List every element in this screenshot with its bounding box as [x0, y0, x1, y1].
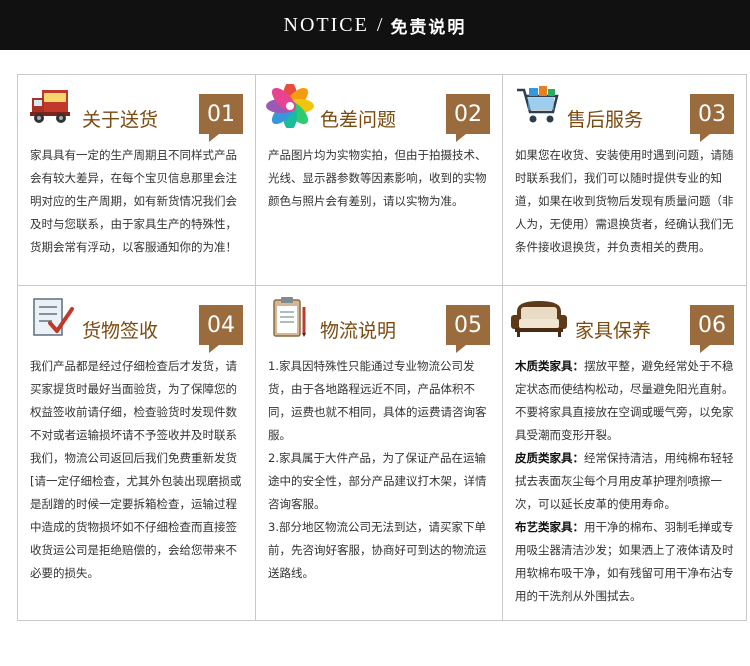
- care-label: 布艺类家具：: [515, 520, 584, 534]
- banner-title-cn: 免责说明: [390, 17, 467, 38]
- cell-body: 家具具有一定的生产周期且不同样式产品会有较大差异，在每个宝贝信息那里会注明对应的…: [30, 144, 245, 259]
- cell-body: 如果您在收货、安装使用时遇到问题，请随时联系我们，我们可以随时提供专业的知道，如…: [515, 144, 736, 259]
- notice-banner: NOTICE / 免责说明: [0, 0, 750, 50]
- care-label: 木质类家具：: [515, 359, 584, 373]
- care-label: 皮质类家具：: [515, 451, 584, 465]
- cell-text: 我们产品都是经过仔细检查后才发货，请买家提货时最好当面验货，为了保障您的权益签收…: [30, 359, 242, 580]
- cell-after-sales: 售后服务 03 如果您在收货、安装使用时遇到问题，请随时联系我们，我们可以随时提…: [503, 75, 746, 285]
- cell-number-badge: 02: [446, 94, 490, 142]
- care-section: 皮质类家具：经常保持清洁，用纯棉布轻轻拭去表面灰尘每个月用皮革护理剂喷擦一次，可…: [515, 447, 736, 516]
- checklist-icon: [33, 298, 74, 336]
- cell-text: 2.家具属于大件产品，为了保证产品在运输途中的安全性，部分产品建议打木架，详情咨…: [268, 451, 487, 511]
- cell-body: 木质类家具：摆放平整，避免经常处于不稳定状态而使结构松动，尽量避免阳光直射。不要…: [515, 355, 736, 608]
- cell-logistics: 物流说明 05 1.家具因特殊性只能通过专业物流公司发货，由于各地路程远近不同，…: [256, 286, 502, 620]
- cell-body: 产品图片均为实物实拍，但由于拍摄技术、光线、显示器参数等因素影响，收到的实物颜色…: [268, 144, 492, 213]
- cell-body: 1.家具因特殊性只能通过专业物流公司发货，由于各地路程远近不同，产品体积不同，运…: [268, 355, 492, 585]
- cell-title: 色差问题: [320, 109, 397, 131]
- cell-number-badge: 03: [690, 94, 734, 142]
- cell-text: 1.家具因特殊性只能通过专业物流公司发货，由于各地路程远近不同，产品体积不同，运…: [268, 359, 487, 442]
- cell-title: 关于送货: [82, 109, 159, 131]
- clipboard-icon: [273, 297, 306, 337]
- cell-title: 家具保养: [575, 320, 652, 342]
- cell-number-badge: 05: [446, 305, 490, 353]
- cell-color-difference: 色差问题 02 产品图片均为实物实拍，但由于拍摄技术、光线、显示器参数等因素影响…: [256, 75, 502, 285]
- cell-number-badge: 06: [690, 305, 734, 353]
- banner-title-en: NOTICE: [283, 13, 369, 36]
- cell-body: 我们产品都是经过仔细检查后才发货，请买家提货时最好当面验货，为了保障您的权益签收…: [30, 355, 245, 585]
- sofa-icon: [511, 301, 567, 337]
- banner-separator: /: [376, 13, 383, 36]
- truck-icon: [30, 90, 70, 123]
- care-section: 木质类家具：摆放平整，避免经常处于不稳定状态而使结构松动，尽量避免阳光直射。不要…: [515, 355, 736, 447]
- shopping-cart-icon: [517, 86, 559, 123]
- cell-maintenance: 家具保养 06 木质类家具：摆放平整，避免经常处于不稳定状态而使结构松动，尽量避…: [503, 286, 746, 620]
- notice-grid: 关于送货 01 家具具有一定的生产周期且不同样式产品会有较大差异，在每个宝贝信息…: [17, 74, 747, 621]
- cell-text: 3.部分地区物流公司无法到达，请买家下单前，先咨询好客服，协商好可到达的物流运送…: [268, 520, 487, 580]
- cell-text: 家具具有一定的生产周期且不同样式产品会有较大差异，在每个宝贝信息那里会注明对应的…: [30, 148, 237, 254]
- color-wheel-icon: [266, 84, 314, 128]
- cell-number-badge: 04: [199, 305, 243, 353]
- cell-number-badge: 01: [199, 94, 243, 142]
- cell-text: 如果您在收货、安装使用时遇到问题，请随时联系我们，我们可以随时提供专业的知道，如…: [515, 148, 734, 254]
- cell-text: 产品图片均为实物实拍，但由于拍摄技术、光线、显示器参数等因素影响，收到的实物颜色…: [268, 148, 487, 208]
- cell-signing: 货物签收 04 我们产品都是经过仔细检查后才发货，请买家提货时最好当面验货，为了…: [18, 286, 255, 620]
- cell-title: 物流说明: [320, 320, 397, 342]
- cell-title: 售后服务: [567, 109, 644, 131]
- care-section: 布艺类家具：用干净的棉布、羽制毛掸或专用吸尘器清洁沙发；如果洒上了液体请及时用软…: [515, 516, 736, 608]
- cell-delivery: 关于送货 01 家具具有一定的生产周期且不同样式产品会有较大差异，在每个宝贝信息…: [18, 75, 255, 285]
- cell-title: 货物签收: [82, 320, 159, 342]
